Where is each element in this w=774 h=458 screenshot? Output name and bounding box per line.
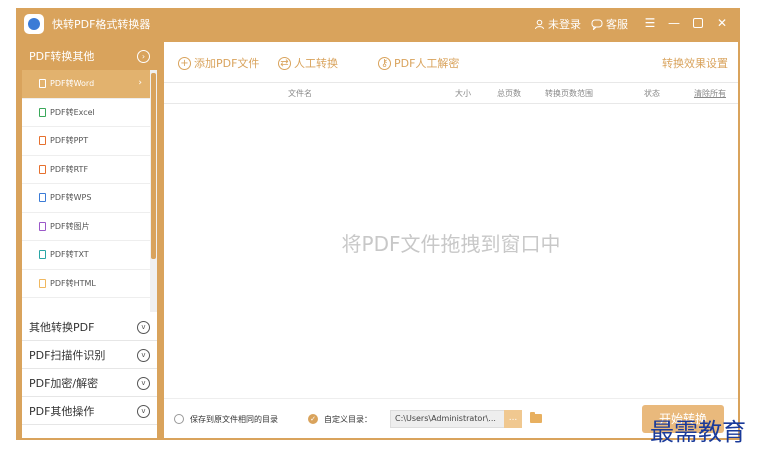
minimize-button[interactable]: — bbox=[666, 14, 682, 32]
sidebar-item-pdf-to-word[interactable]: PDF转Word › bbox=[22, 70, 150, 99]
column-header-filename: 文件名 bbox=[288, 89, 312, 98]
sidebar-item-label: PDF转图片 bbox=[50, 221, 90, 231]
login-link[interactable]: 未登录 bbox=[534, 16, 581, 32]
category-pdf-encrypt-decrypt[interactable]: PDF加密/解密 v bbox=[22, 369, 157, 397]
menu-icon: ☰ bbox=[644, 16, 656, 30]
chevron-down-icon: v bbox=[137, 377, 150, 390]
word-doc-icon bbox=[39, 79, 46, 89]
column-header-page-range: 转换页数范围 bbox=[545, 89, 593, 98]
browse-button[interactable]: ... bbox=[504, 410, 522, 428]
sidebar-item-pdf-to-html[interactable]: PDF转HTML bbox=[22, 270, 150, 298]
clear-all-link[interactable]: 清除所有 bbox=[694, 88, 726, 99]
category-pdf-scan-ocr[interactable]: PDF扫描件识别 v bbox=[22, 341, 157, 369]
sidebar: PDF转换其他 › PDF转Word › PDF转Excel PDF转PPT P… bbox=[22, 42, 157, 438]
excel-doc-icon bbox=[39, 107, 46, 117]
column-header-size: 大小 bbox=[455, 89, 471, 98]
manual-convert-label: 人工转换 bbox=[294, 57, 338, 70]
image-doc-icon bbox=[39, 221, 46, 231]
key-icon: ⚷ bbox=[378, 56, 391, 70]
maximize-icon bbox=[693, 18, 703, 28]
service-label: 客服 bbox=[606, 18, 628, 31]
output-path-field[interactable]: C:\Users\Administrator\... bbox=[390, 410, 520, 428]
app-window: 快转PDF格式转换器 未登录 客服 ☰ — ✕ PDF转换其他 › PDF转Wo… bbox=[16, 8, 740, 440]
rtf-doc-icon bbox=[39, 164, 46, 174]
sidebar-item-label: PDF转HTML bbox=[50, 278, 96, 288]
user-icon bbox=[535, 19, 544, 29]
same-dir-radio[interactable] bbox=[174, 414, 184, 424]
app-logo-icon bbox=[24, 14, 44, 34]
column-header-pages: 总页数 bbox=[497, 89, 521, 98]
sidebar-item-label: PDF转WPS bbox=[50, 193, 92, 203]
chevron-down-icon: v bbox=[137, 405, 150, 418]
watermark: 最需教育 bbox=[650, 418, 746, 446]
sidebar-item-label: PDF转Excel bbox=[50, 107, 95, 117]
category-pdf-other-ops[interactable]: PDF其他操作 v bbox=[22, 397, 157, 425]
minimize-icon: — bbox=[668, 16, 680, 30]
menu-button[interactable]: ☰ bbox=[642, 14, 658, 32]
sidebar-item-pdf-to-txt[interactable]: PDF转TXT bbox=[22, 241, 150, 270]
same-dir-label: 保存到原文件相同的目录 bbox=[190, 415, 278, 424]
add-pdf-file-label: 添加PDF文件 bbox=[194, 57, 260, 70]
html-doc-icon bbox=[39, 278, 46, 288]
title-bar: 快转PDF格式转换器 未登录 客服 ☰ — ✕ bbox=[16, 8, 740, 40]
manual-decrypt-label: PDF人工解密 bbox=[394, 57, 460, 70]
category-label: 其他转换PDF bbox=[29, 320, 95, 334]
manual-decrypt-button[interactable]: ⚷ PDF人工解密 bbox=[378, 55, 459, 71]
sidebar-item-pdf-to-rtf[interactable]: PDF转RTF bbox=[22, 156, 150, 184]
chevron-right-icon: › bbox=[138, 78, 142, 88]
category-pdf-convert-other[interactable]: PDF转换其他 › bbox=[22, 42, 157, 70]
folder-icon[interactable] bbox=[530, 412, 542, 423]
chevron-down-icon: v bbox=[137, 349, 150, 362]
sidebar-item-pdf-to-excel[interactable]: PDF转Excel bbox=[22, 99, 150, 127]
wps-doc-icon bbox=[39, 193, 46, 203]
maximize-button[interactable] bbox=[690, 14, 706, 32]
login-label: 未登录 bbox=[548, 18, 581, 31]
ppt-doc-icon bbox=[39, 136, 46, 146]
sub-item-list: PDF转Word › PDF转Excel PDF转PPT PDF转RTF PDF… bbox=[22, 70, 150, 298]
category-label: PDF其他操作 bbox=[29, 404, 95, 418]
chevron-right-icon: › bbox=[137, 50, 150, 63]
file-table-header: 文件名 大小 总页数 转换页数范围 状态 清除所有 bbox=[164, 82, 738, 104]
category-other-to-pdf[interactable]: 其他转换PDF v bbox=[22, 313, 157, 341]
swap-icon: ⇄ bbox=[278, 56, 291, 70]
plus-icon: + bbox=[178, 56, 191, 70]
sidebar-scrollbar-thumb[interactable] bbox=[151, 73, 156, 259]
close-icon: ✕ bbox=[716, 16, 728, 30]
sidebar-item-pdf-to-wps[interactable]: PDF转WPS bbox=[22, 184, 150, 213]
txt-doc-icon bbox=[39, 250, 46, 260]
convert-settings-link[interactable]: 转换效果设置 bbox=[662, 55, 728, 71]
sidebar-item-label: PDF转RTF bbox=[50, 164, 89, 174]
close-button[interactable]: ✕ bbox=[714, 14, 730, 32]
sidebar-item-label: PDF转PPT bbox=[50, 136, 89, 146]
manual-convert-button[interactable]: ⇄ 人工转换 bbox=[278, 55, 338, 71]
custom-dir-radio[interactable]: ✓ bbox=[308, 414, 318, 424]
chat-icon bbox=[591, 19, 603, 30]
sidebar-item-pdf-to-ppt[interactable]: PDF转PPT bbox=[22, 127, 150, 156]
chevron-down-icon: v bbox=[137, 321, 150, 334]
app-title: 快转PDF格式转换器 bbox=[52, 18, 151, 31]
drop-zone-hint: 将PDF文件拖拽到窗口中 bbox=[341, 232, 561, 256]
category-label: PDF加密/解密 bbox=[29, 376, 99, 390]
sidebar-item-pdf-to-image[interactable]: PDF转图片 bbox=[22, 213, 150, 241]
category-label: PDF扫描件识别 bbox=[29, 348, 106, 362]
custom-dir-label: 自定义目录： bbox=[324, 415, 372, 424]
service-link[interactable]: 客服 bbox=[591, 16, 628, 32]
category-label: PDF转换其他 bbox=[29, 50, 95, 63]
sidebar-item-label: PDF转Word bbox=[50, 79, 95, 89]
sidebar-item-label: PDF转TXT bbox=[50, 250, 89, 260]
add-pdf-file-button[interactable]: + 添加PDF文件 bbox=[178, 55, 259, 71]
main-panel: + 添加PDF文件 ⇄ 人工转换 ⚷ PDF人工解密 转换效果设置 文件名 大小… bbox=[164, 42, 738, 438]
column-header-status: 状态 bbox=[644, 89, 660, 98]
